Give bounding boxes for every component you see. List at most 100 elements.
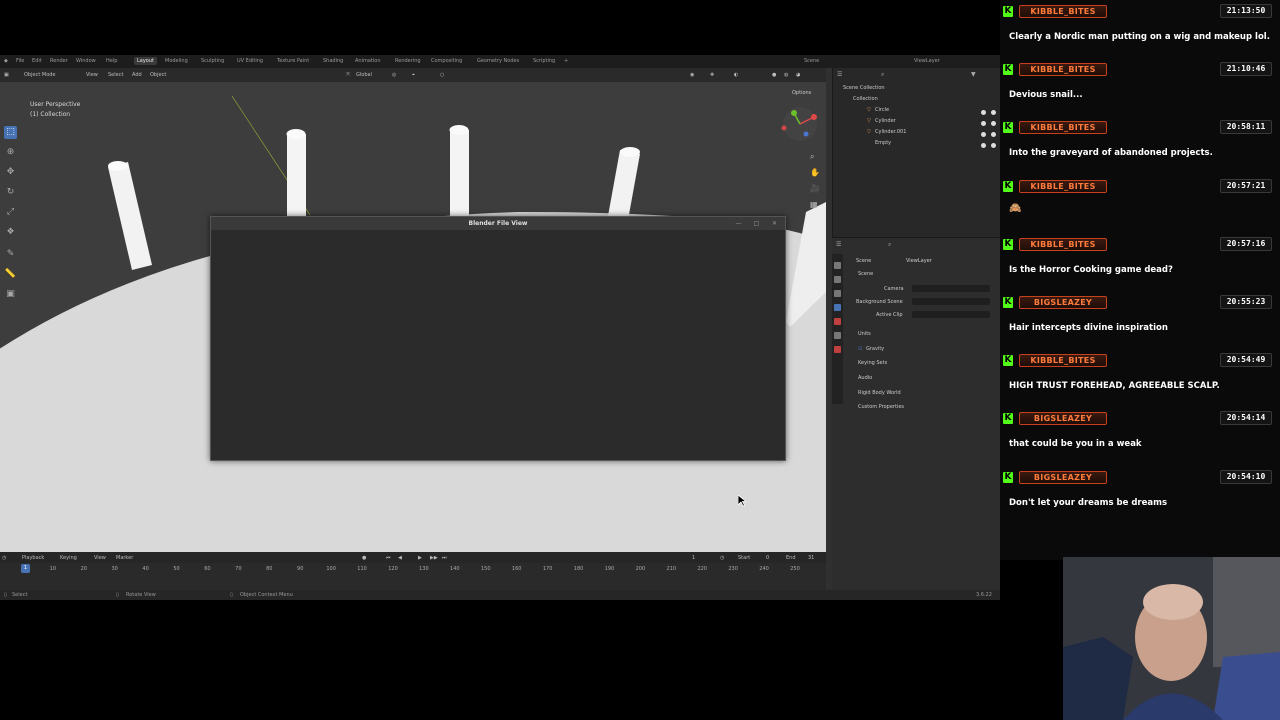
minimize-icon[interactable]: — <box>734 219 743 228</box>
scene-tab-icon[interactable] <box>834 304 841 311</box>
transform-tool-icon[interactable]: ❖ <box>4 226 17 239</box>
scene-selector[interactable]: Scene <box>804 58 819 64</box>
grid-view-icon[interactable]: ▦ <box>810 200 818 209</box>
outliner-item-cylinder[interactable]: Cylinder <box>875 116 896 126</box>
end-frame-field[interactable]: 31 <box>808 555 814 561</box>
shading-material-icon[interactable]: ◍ <box>784 72 788 78</box>
background-scene-field[interactable] <box>912 298 990 305</box>
shading-rendered-icon[interactable]: ◕ <box>796 72 800 78</box>
properties-search-icon[interactable]: ⌕ <box>888 241 891 249</box>
pan-hand-icon[interactable]: ✋ <box>810 168 820 177</box>
render-camera-icon[interactable] <box>991 121 996 126</box>
chat-username[interactable]: BIGSLEAZEY <box>1019 296 1107 309</box>
start-frame-field[interactable]: 0 <box>766 555 769 561</box>
mode-dropdown[interactable]: Object Mode <box>24 72 56 78</box>
render-tab-icon[interactable] <box>834 276 841 283</box>
outliner-scene-collection[interactable]: Scene Collection <box>843 83 885 93</box>
active-clip-field[interactable] <box>912 311 990 318</box>
texture-tab-icon[interactable] <box>834 346 841 353</box>
shading-solid-icon[interactable]: ● <box>772 72 776 78</box>
menu-object[interactable]: Object <box>150 72 166 78</box>
workspace-tab-sculpting[interactable]: Sculpting <box>198 57 227 65</box>
visibility-eye-icon[interactable] <box>981 110 986 115</box>
render-camera-icon[interactable] <box>991 132 996 137</box>
outliner-collection[interactable]: Collection <box>853 94 878 104</box>
properties-editor-icon[interactable]: ☰ <box>836 241 841 248</box>
workspace-tab-animation[interactable]: Animation <box>352 57 384 65</box>
play-icon[interactable]: ▶ <box>418 555 422 561</box>
chat-username[interactable]: BIGSLEAZEY <box>1019 412 1107 426</box>
playback-menu[interactable]: Playback <box>22 555 44 561</box>
output-tab-icon[interactable] <box>834 290 841 297</box>
camera-view-icon[interactable]: 🎥 <box>810 184 820 193</box>
workspace-tab-compositing[interactable]: Compositing <box>428 57 465 65</box>
visibility-eye-icon[interactable] <box>981 121 986 126</box>
playhead[interactable]: 1 <box>21 564 30 573</box>
preview-range-icon[interactable]: ◷ <box>720 555 724 561</box>
outliner-item-cylinder001[interactable]: Cylinder.001 <box>875 127 906 137</box>
maximize-icon[interactable]: □ <box>752 219 761 228</box>
annotate-tool-icon[interactable]: ✎ <box>4 248 17 261</box>
select-box-tool-icon[interactable]: ⬚ <box>4 126 17 139</box>
file-view-dialog[interactable]: Blender File View — □ ✕ <box>210 216 786 461</box>
cursor-tool-icon[interactable]: ⊕ <box>4 146 17 159</box>
menu-edit[interactable]: Edit <box>32 58 42 64</box>
timeline-view-menu[interactable]: View <box>94 555 106 561</box>
workspace-tab-layout[interactable]: Layout <box>134 57 157 65</box>
visibility-icon[interactable]: ◉ <box>690 72 694 78</box>
chat-username[interactable]: KIBBLE_BITES <box>1019 121 1107 135</box>
next-keyframe-icon[interactable]: ▶▶ <box>430 555 438 561</box>
outliner-filter-icon[interactable]: ▼ <box>971 71 976 78</box>
render-camera-icon[interactable] <box>991 110 996 115</box>
menu-file[interactable]: File <box>16 58 24 64</box>
zoom-icon[interactable]: ⌕ <box>810 152 814 162</box>
dialog-title[interactable]: Blender File View <box>211 217 785 230</box>
workspace-tab-uv-editing[interactable]: UV Editing <box>234 57 266 65</box>
chat-username[interactable]: KIBBLE_BITES <box>1019 354 1107 368</box>
workspace-tab-geometry-nodes[interactable]: Geometry Nodes <box>474 57 522 65</box>
marker-menu[interactable]: Marker <box>116 555 133 561</box>
view-layer-selector[interactable]: ViewLayer <box>914 58 940 64</box>
jump-start-icon[interactable]: ⏮ <box>386 555 391 561</box>
outliner-editor-icon[interactable]: ☰ <box>837 71 842 78</box>
jump-end-icon[interactable]: ⏭ <box>442 555 447 561</box>
scale-tool-icon[interactable]: ⤢ <box>4 206 17 219</box>
tool-tab-icon[interactable] <box>834 262 841 269</box>
add-workspace-icon[interactable]: + <box>564 58 568 64</box>
visibility-eye-icon[interactable] <box>981 132 986 137</box>
chat-username[interactable]: KIBBLE_BITES <box>1019 237 1107 251</box>
orientation-dropdown[interactable]: Global <box>356 72 372 78</box>
workspace-tab-scripting[interactable]: Scripting <box>530 57 558 65</box>
menu-help[interactable]: Help <box>106 58 117 64</box>
workspace-tab-texture-paint[interactable]: Texture Paint <box>274 57 312 65</box>
editor-type-icon[interactable]: ▣ <box>4 72 9 78</box>
panel-units[interactable]: Units <box>858 331 871 337</box>
proportional-edit-icon[interactable]: ○ <box>440 72 444 78</box>
panel-rigid-body-world[interactable]: Rigid Body World <box>858 390 901 396</box>
current-frame-field[interactable]: 1 <box>692 555 695 561</box>
menu-add[interactable]: Add <box>132 72 142 78</box>
panel-audio[interactable]: Audio <box>858 375 872 381</box>
pivot-icon[interactable]: ◎ <box>392 72 396 78</box>
blender-logo-icon[interactable]: ◆ <box>4 58 8 64</box>
timeline-ruler[interactable]: 1102030405060708090100110120130140150160… <box>0 564 826 576</box>
panel-keying-sets[interactable]: Keying Sets <box>858 360 887 366</box>
menu-render[interactable]: Render <box>50 58 68 64</box>
measure-tool-icon[interactable]: 📏 <box>4 268 17 281</box>
section-scene[interactable]: Scene <box>858 271 873 277</box>
workspace-tab-shading[interactable]: Shading <box>320 57 346 65</box>
outliner-search-icon[interactable]: ⌕ <box>881 71 884 79</box>
gravity-checkbox[interactable]: ☑ <box>858 346 862 352</box>
options-dropdown[interactable]: Options <box>792 90 811 96</box>
chat-username[interactable]: BIGSLEAZEY <box>1019 470 1107 484</box>
visibility-eye-icon[interactable] <box>981 143 986 148</box>
keying-menu[interactable]: Keying <box>60 555 77 561</box>
overlay-icon[interactable]: ◐ <box>734 72 738 78</box>
close-icon[interactable]: ✕ <box>770 219 779 228</box>
workspace-tab-rendering[interactable]: Rendering <box>392 57 424 65</box>
prev-keyframe-icon[interactable]: ◀ <box>398 555 402 561</box>
world-tab-icon[interactable] <box>834 318 841 325</box>
panel-gravity[interactable]: Gravity <box>866 346 884 352</box>
transform-orientation-icon[interactable]: ⤧ <box>346 72 350 78</box>
add-cube-tool-icon[interactable]: ▣ <box>4 288 17 301</box>
